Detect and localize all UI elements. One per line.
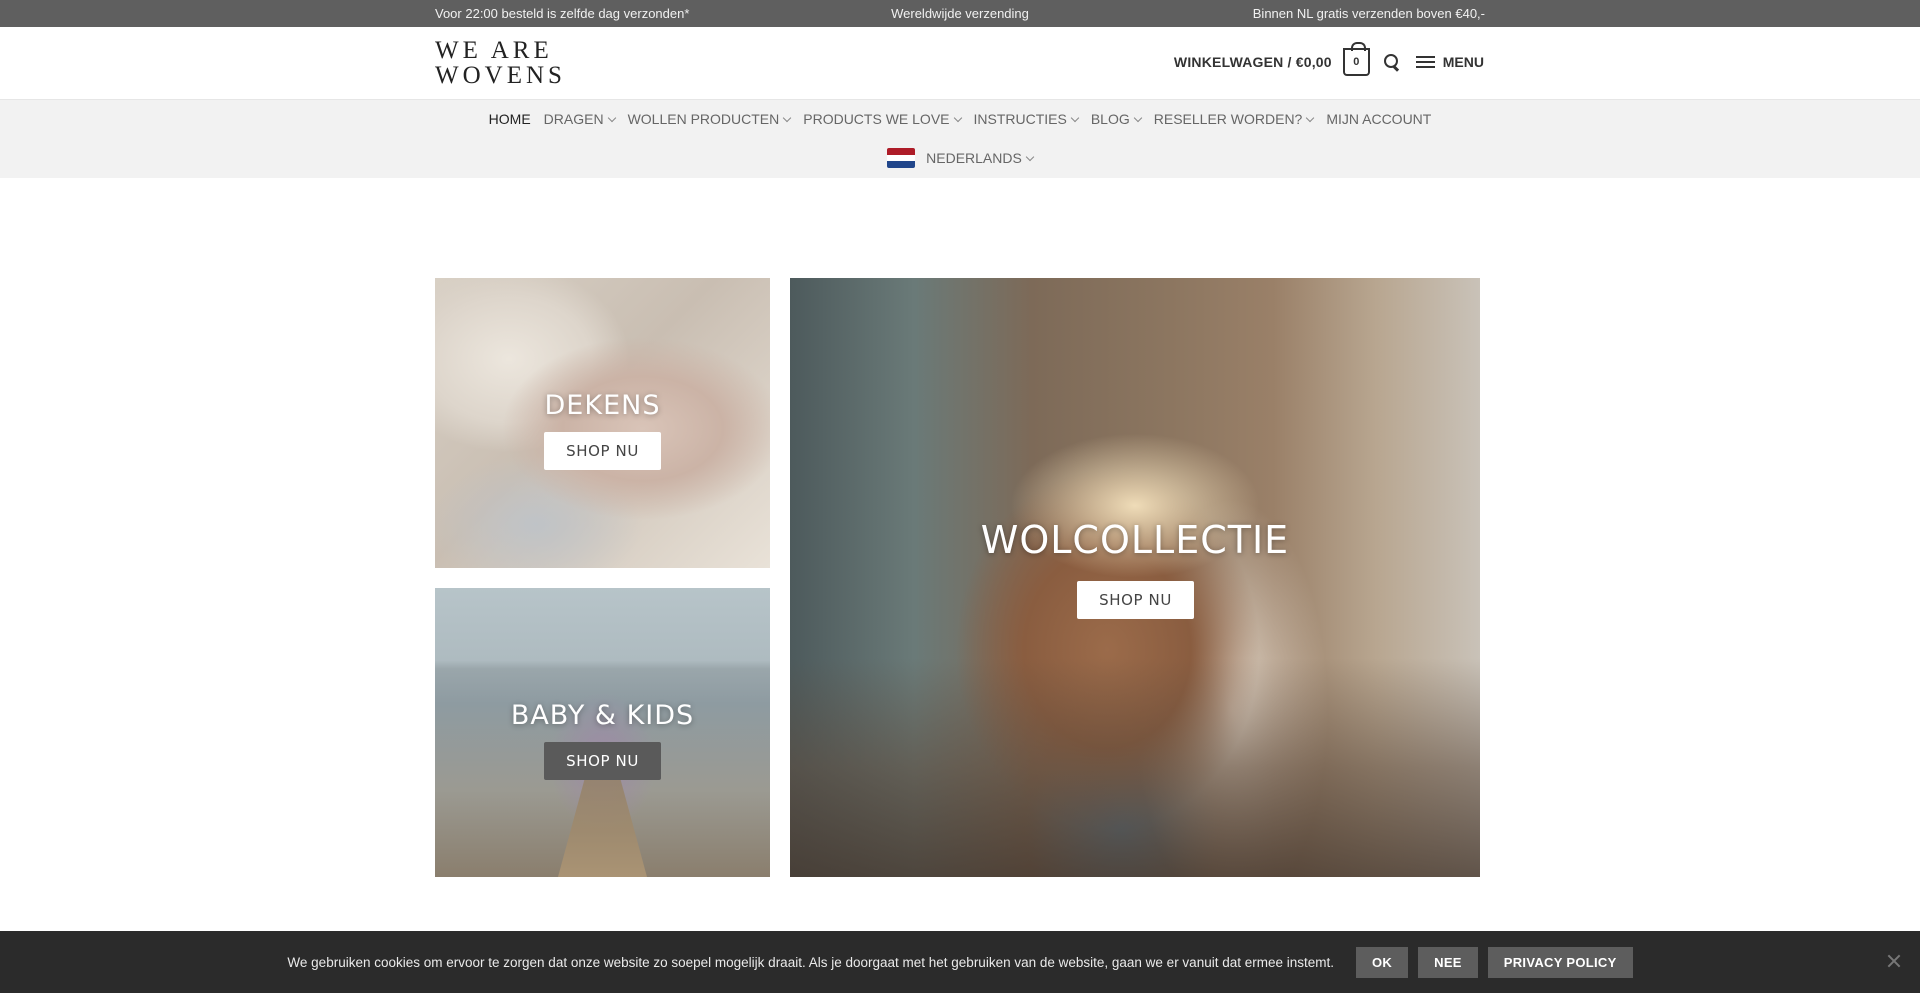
nav-item-reseller-worden[interactable]: RESELLER WORDEN?: [1153, 111, 1315, 127]
tile-title-dekens: DEKENS: [544, 390, 661, 421]
privacy-policy-button[interactable]: PRIVACY POLICY: [1487, 946, 1633, 978]
flag-stripe-red: [887, 148, 916, 155]
menu-button[interactable]: MENU: [1443, 54, 1484, 70]
nav-item-label: BLOG: [1090, 111, 1130, 127]
announcement-same-day: Voor 22:00 besteld is zelfde dag verzond…: [435, 6, 690, 21]
language-label[interactable]: NEDERLANDS: [926, 150, 1035, 166]
nav-item-label: DRAGEN: [543, 111, 604, 127]
cart-link[interactable]: WINKELWAGEN / €0,00: [1174, 54, 1332, 70]
logo-line2: WOVENS: [435, 62, 566, 89]
nav-menu: HOME DRAGEN WOLLEN PRODUCTEN PRODUCTS WE LO…: [0, 111, 1920, 127]
announcement-free-shipping: Binnen NL gratis verzenden boven €40,-: [1252, 6, 1485, 21]
shop-now-button-dekens[interactable]: SHOP NU: [544, 432, 661, 470]
language-name: NEDERLANDS: [926, 150, 1022, 166]
category-tile-baby-kids[interactable]: BABY & KIDS SHOP NU: [435, 588, 770, 877]
chevron-down-icon: [953, 113, 962, 122]
announcement-bar: Wereldwijde verzending Voor 22:00 bestel…: [0, 0, 1920, 27]
header-actions: WINKELWAGEN / €0,00 0 MENU: [1174, 42, 1484, 78]
nav-item-label: INSTRUCTIES: [973, 111, 1067, 127]
chevron-down-icon: [1025, 152, 1035, 161]
nav-item-label: WOLLEN PRODUCTEN: [627, 111, 780, 127]
cookie-notice-text: We gebruiken cookies om ervoor te zorgen…: [287, 954, 1335, 970]
chevron-down-icon: [607, 113, 616, 122]
language-switcher[interactable]: NEDERLANDS: [0, 148, 1920, 168]
nav-item-mijn-account[interactable]: MIJN ACCOUNT: [1326, 111, 1431, 127]
flag-stripe-white: [887, 154, 916, 162]
deck-image: [790, 658, 1480, 877]
nav-item-label: RESELLER WORDEN?: [1153, 111, 1303, 127]
close-icon[interactable]: [1886, 953, 1902, 969]
nav-item-label: MIJN ACCOUNT: [1326, 111, 1432, 127]
category-tile-wolcollectie[interactable]: WOLCOLLECTIE SHOP NU: [790, 278, 1480, 877]
tile-title-baby-kids: BABY & KIDS: [510, 700, 695, 731]
announcement-worldwide: Wereldwijde verzending: [891, 6, 1029, 21]
search-icon[interactable]: [1383, 54, 1400, 70]
cookie-ok-button[interactable]: OK: [1356, 946, 1409, 978]
nav-item-label: PRODUCTS WE LOVE: [803, 111, 950, 127]
chevron-down-icon: [1306, 113, 1315, 122]
nav-item-instructies[interactable]: INSTRUCTIES: [973, 111, 1080, 127]
cart-bag-icon[interactable]: 0: [1342, 42, 1370, 76]
nav-item-home[interactable]: HOME: [489, 111, 531, 127]
hamburger-menu-icon[interactable]: [1415, 55, 1435, 69]
nav-item-blog[interactable]: BLOG: [1090, 111, 1142, 127]
nav-item-products-we-love[interactable]: PRODUCTS WE LOVE: [803, 111, 962, 127]
cookie-nee-button[interactable]: NEE: [1418, 946, 1478, 978]
tile-title-wolcollectie: WOLCOLLECTIE: [980, 518, 1290, 562]
shop-now-button-baby-kids[interactable]: SHOP NU: [544, 742, 661, 780]
chevron-down-icon: [783, 113, 792, 122]
flag-stripe-blue: [887, 161, 916, 168]
category-tile-dekens[interactable]: DEKENS SHOP NU: [435, 278, 770, 568]
cookie-notice: We gebruiken cookies om ervoor te zorgen…: [0, 931, 1920, 993]
site-header: WE ARE WOVENS WINKELWAGEN / €0,00 0 MENU: [0, 27, 1920, 99]
logo-line1: WE ARE: [435, 37, 553, 64]
chevron-down-icon: [1070, 113, 1080, 122]
nav-item-dragen[interactable]: DRAGEN: [543, 111, 616, 127]
netherlands-flag-icon: [887, 148, 916, 168]
shop-now-button-wolcollectie[interactable]: SHOP NU: [1077, 581, 1194, 619]
site-logo[interactable]: WE ARE WOVENS: [435, 38, 565, 88]
main-navigation: HOME DRAGEN WOLLEN PRODUCTEN PRODUCTS WE LO…: [0, 99, 1920, 178]
nav-item-label: HOME: [488, 111, 531, 127]
chevron-down-icon: [1133, 113, 1142, 122]
nav-item-wollen-producten[interactable]: WOLLEN PRODUCTEN: [627, 111, 792, 127]
